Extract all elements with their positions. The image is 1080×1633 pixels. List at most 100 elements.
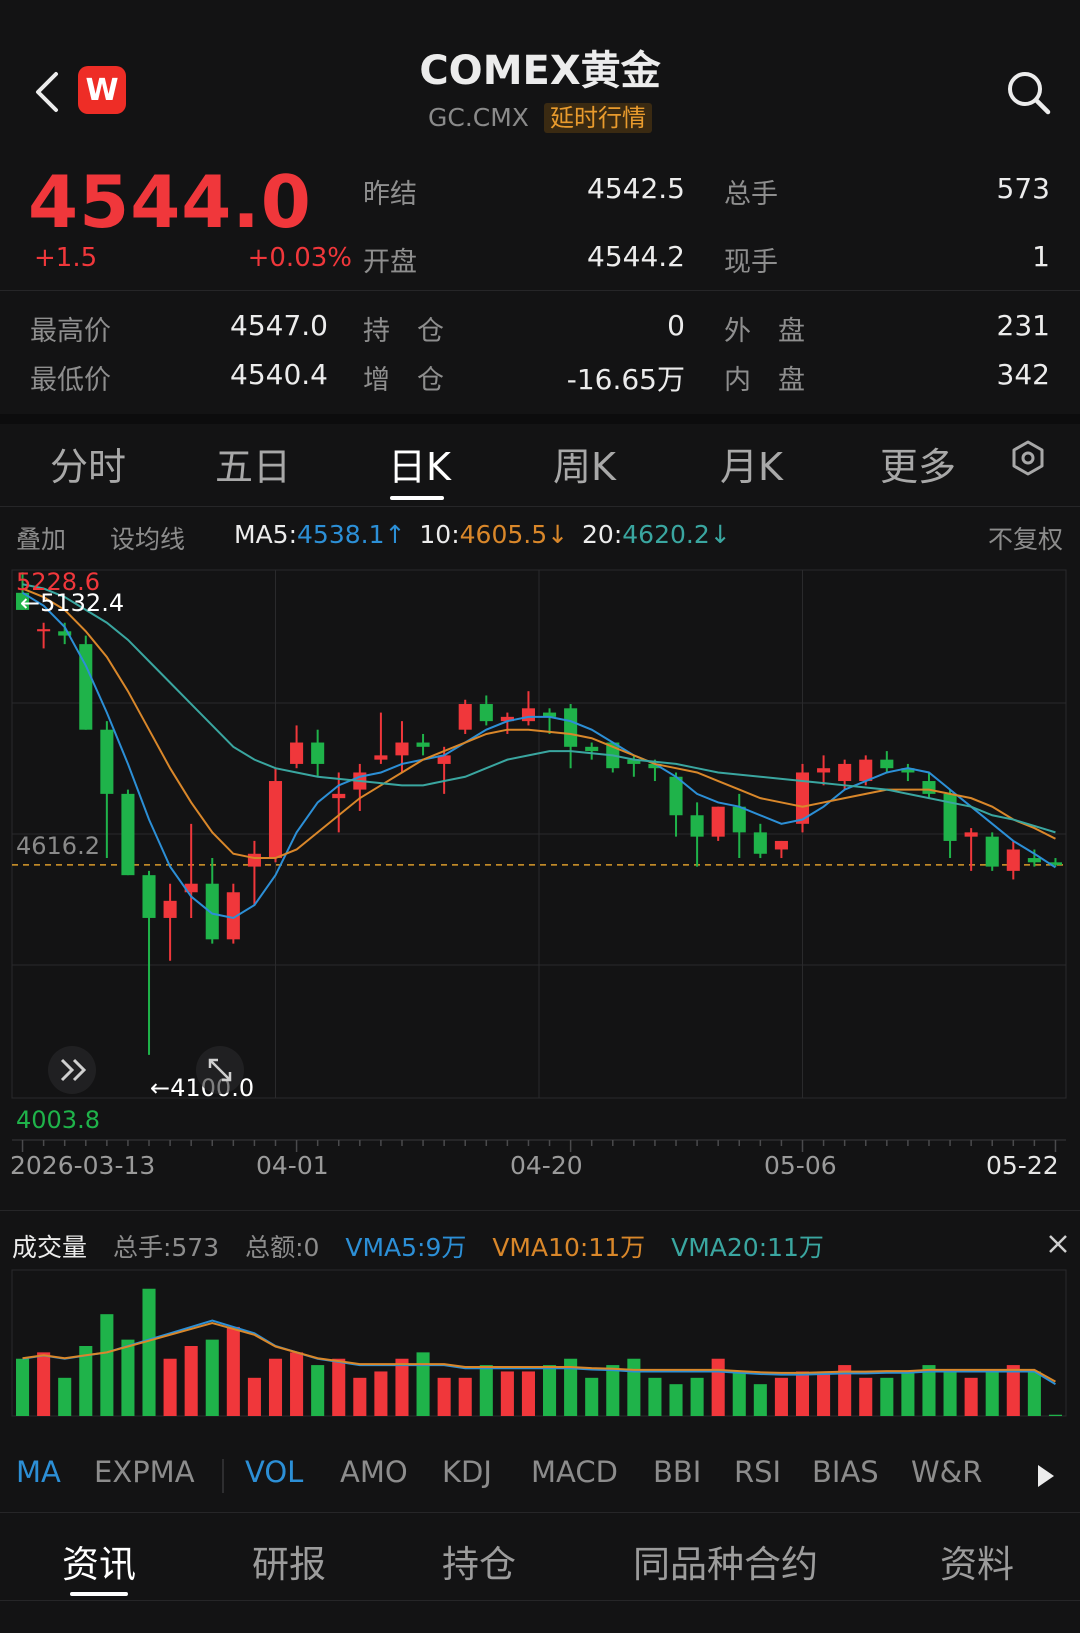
candle-body (817, 768, 831, 773)
volume-bar (521, 1371, 535, 1416)
volume-bar (290, 1352, 304, 1416)
candle-body (880, 759, 894, 769)
adjust-button[interactable]: 不复权 (988, 520, 1063, 556)
scroll-right-icon[interactable] (1034, 1463, 1056, 1493)
outer-volume-label: 外 盘 (724, 316, 805, 347)
high-marker-label: ←5132.4 (20, 589, 124, 617)
close-icon[interactable] (1046, 1232, 1070, 1256)
indicator-kdj[interactable]: KDJ (442, 1455, 492, 1489)
candle-body (479, 704, 493, 722)
indicator-divider (222, 1459, 224, 1493)
date-axis-label: 05-06 (764, 1151, 837, 1180)
tab-more[interactable]: 更多 (880, 436, 956, 491)
indicator-amo[interactable]: AMO (340, 1455, 408, 1489)
volume-bar (374, 1371, 388, 1416)
expand-left-icon[interactable] (48, 1046, 96, 1094)
candle-body (964, 832, 978, 837)
volume-header: 成交量 总手:573 总额:0 VMA5:9万 VMA10:11万 VMA20:… (12, 1228, 824, 1264)
inner-volume-value: 342 (996, 358, 1050, 391)
tab-monthly-k[interactable]: 月K (720, 436, 783, 491)
tab-five-day[interactable]: 五日 (215, 436, 291, 491)
open-label: 开盘 (363, 247, 417, 278)
inner-volume-label: 内 盘 (724, 365, 805, 396)
ma20-value: 4620.2↓ (622, 520, 731, 549)
volume-bar (859, 1377, 873, 1416)
volume-bar (543, 1365, 557, 1416)
indicator-bbi[interactable]: BBI (653, 1455, 701, 1489)
candle-body (922, 781, 936, 794)
tab-weekly-k[interactable]: 周K (553, 436, 616, 491)
candle-body (142, 875, 156, 918)
overlay-button[interactable]: 叠加 (16, 520, 66, 556)
fullscreen-icon[interactable] (196, 1046, 244, 1094)
high-value: 4547.0 (230, 309, 328, 342)
volume-chart[interactable] (0, 1268, 1080, 1434)
volume-bar (817, 1371, 831, 1416)
volume-bar (627, 1358, 641, 1416)
price-change: +1.5 (34, 243, 98, 273)
chart-mid-axis-label: 4616.2 (16, 832, 100, 860)
volume-bar (1027, 1371, 1041, 1416)
volume-bar (247, 1377, 261, 1416)
candle-body (753, 832, 767, 854)
chart-settings-icon[interactable] (1008, 438, 1048, 478)
set-ma-button[interactable]: 设均线 (110, 520, 185, 556)
indicator-rsi[interactable]: RSI (734, 1455, 781, 1489)
ma5-value: 4538.1↑ (297, 520, 406, 549)
candle-body (859, 759, 873, 782)
volume-bar (163, 1358, 177, 1416)
high-label: 最高价 (30, 316, 111, 347)
open-value: 4544.2 (587, 240, 685, 273)
volume-bar (669, 1384, 683, 1416)
tab-positions[interactable]: 持仓 (442, 1534, 516, 1588)
indicator-macd[interactable]: MACD (531, 1455, 618, 1489)
indicator-wr[interactable]: W&R (911, 1455, 982, 1489)
candle-body (1006, 849, 1020, 871)
ma10-label: 10: (419, 520, 460, 549)
volume-bar (880, 1377, 894, 1416)
date-axis-label: 04-20 (510, 1151, 583, 1180)
volume-bar (100, 1314, 114, 1416)
indicator-expma[interactable]: EXPMA (94, 1455, 195, 1489)
volume-bar (416, 1352, 430, 1416)
tab-research[interactable]: 研报 (252, 1534, 326, 1588)
volume-bar (753, 1384, 767, 1416)
chart-low-axis-label: 4003.8 (16, 1106, 100, 1134)
volume-bar (1006, 1365, 1020, 1416)
candle-body (564, 708, 578, 747)
tab-daily-k[interactable]: 日K (388, 436, 451, 491)
volume-bar (1048, 1414, 1062, 1416)
tab-profile[interactable]: 资料 (940, 1534, 1014, 1588)
volume-title: 成交量 (12, 1233, 88, 1262)
volume-bar (901, 1371, 915, 1416)
volume-bar (606, 1365, 620, 1416)
candle-body (985, 836, 999, 867)
search-icon[interactable] (1004, 68, 1054, 118)
kline-chart[interactable]: 5228.6 ←5132.4 4616.2 ←4100.0 4003.8 202… (0, 560, 1080, 1180)
tab-same-variety[interactable]: 同品种合约 (633, 1534, 818, 1588)
candle-body (121, 793, 135, 876)
tab-intraday[interactable]: 分时 (50, 436, 126, 491)
tab-news[interactable]: 资讯 (62, 1534, 136, 1588)
candle-body (416, 742, 430, 747)
volume-bar (648, 1377, 662, 1416)
last-volume-label: 现手 (724, 247, 778, 278)
volume-bar (142, 1288, 156, 1416)
candle-body (458, 704, 472, 730)
volume-bar (121, 1339, 135, 1416)
indicator-ma[interactable]: MA (16, 1455, 61, 1489)
subtitle-row: GC.CMX 延时行情 (0, 98, 1080, 133)
ma10-value: 4605.5↓ (459, 520, 569, 549)
candle-body (100, 729, 114, 794)
ma20-label: 20: (582, 520, 623, 549)
volume-bar (395, 1358, 409, 1416)
volume-bar (479, 1365, 493, 1416)
candle-body (585, 746, 599, 752)
active-bottom-underline (70, 1592, 128, 1596)
candle-body (395, 742, 409, 756)
ma-values: MA5:4538.1↑ 10:4605.5↓ 20:4620.2↓ (234, 520, 731, 549)
indicator-vol[interactable]: VOL (245, 1455, 303, 1489)
volume-bar (774, 1377, 788, 1416)
indicator-bias[interactable]: BIAS (812, 1455, 879, 1489)
volume-bar (458, 1377, 472, 1416)
